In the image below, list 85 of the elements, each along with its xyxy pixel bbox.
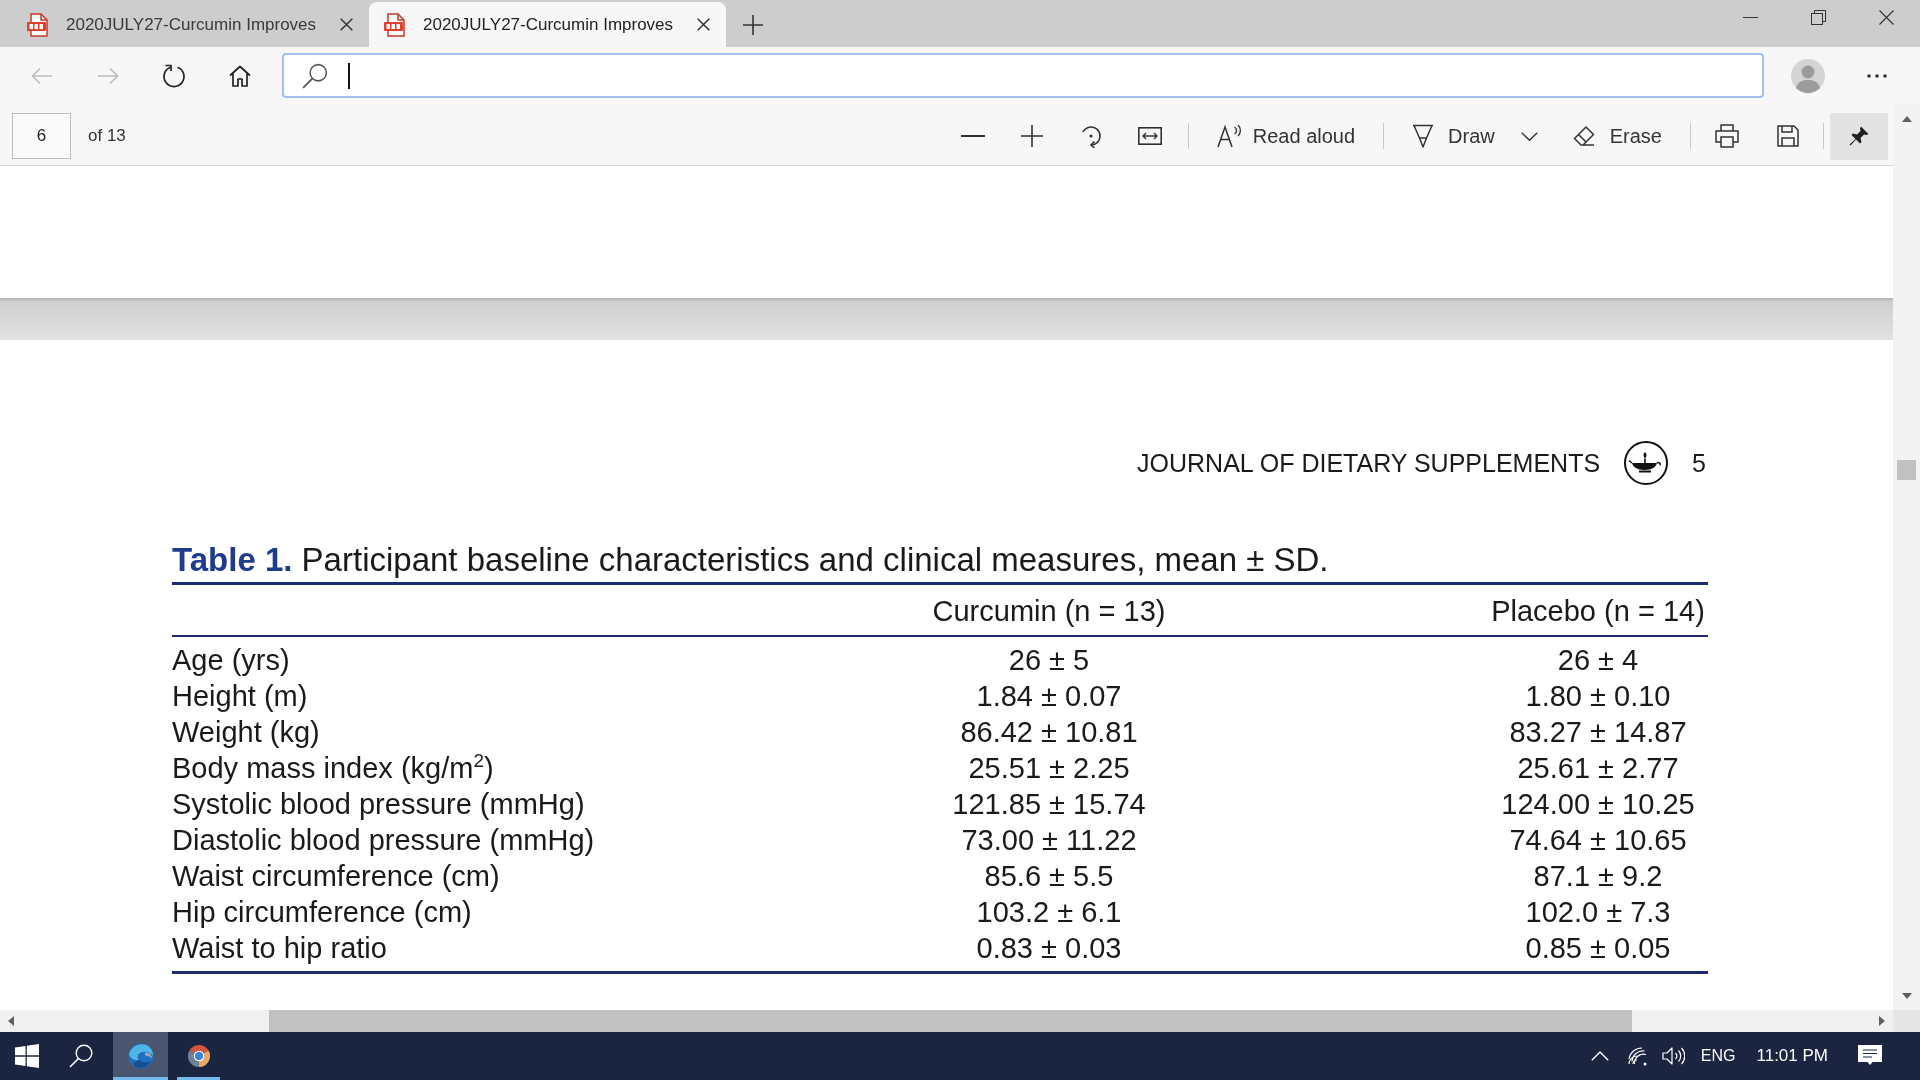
pushpin-icon	[1849, 126, 1869, 146]
scrollbar-corner	[1893, 1010, 1920, 1032]
scroll-down-arrow-icon[interactable]	[1901, 993, 1912, 999]
running-head: JOURNAL OF DIETARY SUPPLEMENTS	[1137, 448, 1601, 478]
column-header: Curcumin (n = 13)	[932, 594, 1166, 629]
horizontal-scrollbar[interactable]	[0, 1010, 1893, 1032]
profile-avatar-icon[interactable]	[1791, 58, 1825, 93]
more-icon[interactable]	[1867, 73, 1887, 78]
scroll-thumb[interactable]	[1897, 460, 1916, 480]
speaker-icon[interactable]	[1661, 1046, 1685, 1066]
restore-icon[interactable]	[1810, 9, 1826, 25]
language-indicator[interactable]: ENG	[1700, 1047, 1736, 1065]
page-count: of 13	[88, 126, 126, 146]
row-label: Body mass index (kg/m$^{2}$)	[172, 750, 494, 786]
plus-icon[interactable]	[743, 14, 763, 35]
pdf-file-icon	[27, 12, 49, 37]
chevron-down-icon[interactable]	[1520, 131, 1538, 141]
save-icon[interactable]	[1777, 125, 1799, 147]
minimize-icon[interactable]	[1742, 16, 1758, 18]
zoom-in-icon[interactable]	[1020, 125, 1043, 147]
swirl-logo-icon	[127, 1043, 154, 1069]
read-aloud-icon	[1216, 124, 1243, 148]
scroll-left-arrow-icon[interactable]	[8, 1016, 14, 1026]
address-field[interactable]	[282, 53, 1764, 98]
erase-button[interactable]: Erase	[1572, 121, 1662, 151]
notification-icon[interactable]	[1858, 1045, 1882, 1067]
table-cell-text: 1.84 ± 0.07	[976, 679, 1122, 714]
clock-time[interactable]: 11:01 PM	[1756, 1046, 1828, 1066]
draw-button[interactable]: Draw	[1412, 121, 1495, 151]
row-label: Hip circumference (cm)	[172, 895, 472, 930]
table-cell-text: 102.0 ± 7.3	[1525, 895, 1671, 930]
table-cell-text: 26 ± 4	[1557, 643, 1639, 678]
table-cell-text: 25.61 ± 2.77	[1517, 751, 1679, 786]
row-label: Age (yrs)	[172, 643, 290, 678]
table-cell-text: 0.85 ± 0.05	[1525, 931, 1671, 966]
row-label: Diastolic blood pressure (mmHg)	[172, 823, 595, 858]
table-cell-text: 83.27 ± 14.87	[1509, 715, 1687, 750]
text-cursor-icon	[348, 62, 350, 89]
lamp-logo-icon	[1624, 441, 1669, 485]
table-cell-text: 73.00 ± 11.22	[961, 823, 1137, 858]
scroll-up-arrow-icon[interactable]	[1901, 116, 1912, 122]
close-icon[interactable]	[697, 18, 710, 31]
close-icon[interactable]	[340, 18, 353, 31]
table-cell-text: 26 ± 5	[1008, 643, 1090, 678]
read-button[interactable]: Read aloud	[1216, 121, 1356, 151]
scroll-right-arrow-icon[interactable]	[1879, 1016, 1885, 1026]
table-cell-text: 1.80 ± 0.10	[1525, 679, 1671, 714]
table-cell-text: 74.64 ± 10.65	[1509, 823, 1687, 858]
pin-button[interactable]	[1830, 112, 1888, 160]
pdf-file-icon	[384, 12, 406, 37]
vertical-scrollbar[interactable]	[1893, 104, 1920, 1010]
page-number-field[interactable]: 6	[12, 113, 71, 159]
row-label: Height (m)	[172, 679, 308, 714]
row-label: Weight (kg)	[172, 715, 320, 750]
table-cell-text: 85.6 ± 5.5	[984, 859, 1114, 894]
taskbar-app[interactable]	[113, 1032, 168, 1080]
table-cell-text: 0.83 ± 0.03	[976, 931, 1122, 966]
eraser-icon	[1572, 125, 1595, 147]
refresh-icon[interactable]	[162, 63, 186, 88]
column-header: Placebo (n = 14)	[1491, 594, 1705, 629]
home-icon[interactable]	[229, 64, 251, 87]
print-icon[interactable]	[1715, 124, 1739, 148]
fit-width-icon[interactable]	[1137, 127, 1162, 145]
scroll-thumb[interactable]	[269, 1010, 1632, 1032]
search-icon	[302, 62, 328, 89]
close-icon[interactable]	[1878, 9, 1894, 25]
table-cell-text: 103.2 ± 6.1	[976, 895, 1122, 930]
search-icon[interactable]	[69, 1044, 93, 1068]
wifi-icon[interactable]	[1627, 1046, 1647, 1066]
table-caption: Table 1. Participant baseline characteristics and clinical measures, mean ± SD.	[172, 540, 1329, 580]
page-number: 5	[1692, 448, 1706, 478]
row-label: Systolic blood pressure (mmHg)	[172, 787, 585, 822]
browser-tab[interactable]: 2020JULY27-Curcumin Improves	[369, 2, 726, 47]
window-panes-icon[interactable]	[15, 1044, 39, 1068]
browser-tab[interactable]: 2020JULY27-Curcumin Improves	[12, 2, 369, 47]
pen-icon	[1412, 124, 1435, 148]
table-cell-text: 121.85 ± 15.74	[952, 787, 1146, 822]
table-cell-text: 87.1 ± 9.2	[1533, 859, 1663, 894]
table-cell-text: 124.00 ± 10.25	[1501, 787, 1695, 822]
table-cell-text: 25.51 ± 2.25	[968, 751, 1130, 786]
chevron-up-icon[interactable]	[1590, 1051, 1609, 1061]
ring-logo-icon	[187, 1045, 210, 1067]
row-label: Waist circumference (cm)	[172, 859, 500, 894]
table-cell-text: 86.42 ± 10.81	[960, 715, 1138, 750]
row-label: Waist to hip ratio	[172, 931, 387, 966]
